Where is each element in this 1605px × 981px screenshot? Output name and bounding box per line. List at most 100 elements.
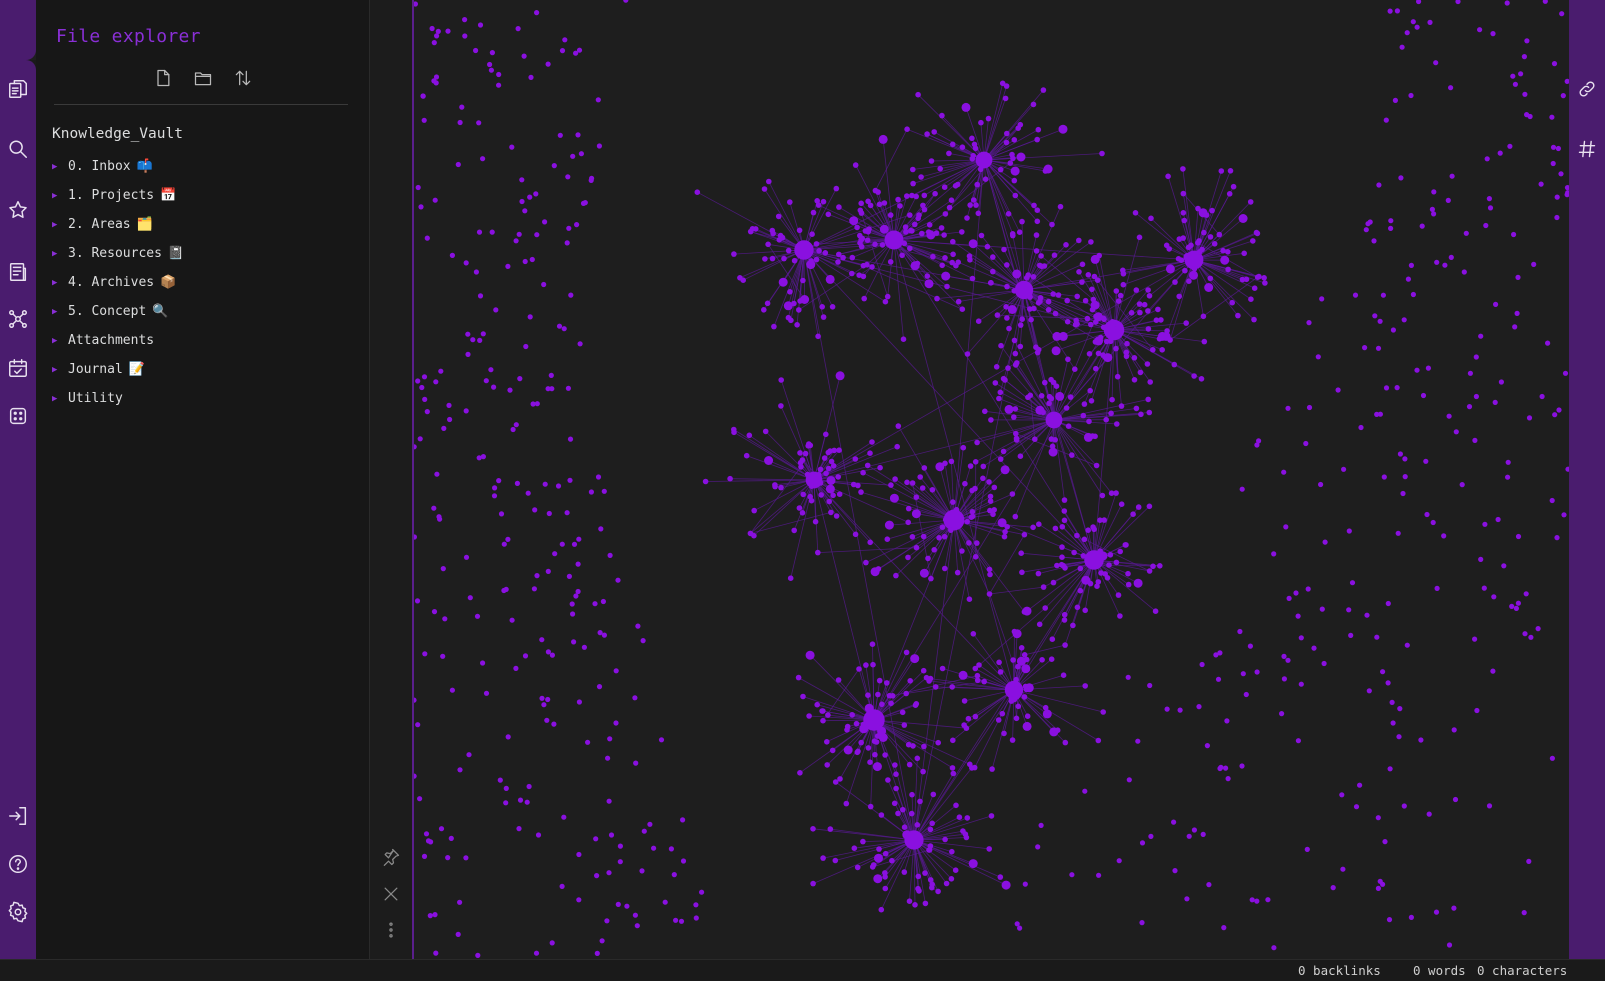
graph-node[interactable] [810,209,817,216]
graph-node[interactable] [948,197,955,203]
graph-node[interactable] [570,611,576,617]
graph-node[interactable] [879,701,885,708]
graph-node[interactable] [421,853,428,860]
graph-node[interactable] [1034,207,1041,213]
graph-node[interactable] [1376,182,1382,188]
graph-node[interactable] [948,876,955,882]
graph-node[interactable] [867,539,873,546]
graph-node[interactable] [852,531,859,538]
graph-node[interactable] [1133,405,1140,412]
graph-node[interactable] [1207,234,1214,240]
graph-node[interactable] [1243,691,1249,698]
graph-node[interactable] [1322,539,1328,545]
graph-node[interactable] [680,817,686,823]
graph-node[interactable] [1124,340,1130,347]
graph-node[interactable] [1144,361,1151,367]
graph-node[interactable] [1061,517,1068,524]
graph-node[interactable] [1085,527,1091,533]
graph-node[interactable] [1346,607,1352,613]
graph-node[interactable] [545,568,551,575]
graph-node[interactable] [864,703,874,713]
graph-node[interactable] [1414,24,1420,30]
graph-node[interactable] [559,883,565,890]
graph-node[interactable] [1293,590,1299,596]
graph-node[interactable] [1045,307,1052,313]
graph-node[interactable] [1090,296,1097,303]
graph-node[interactable] [1074,604,1081,611]
graph-node[interactable] [1253,229,1260,236]
open-vault-icon[interactable] [6,804,30,828]
graph-node[interactable] [1051,252,1058,258]
graph-node[interactable] [878,812,885,818]
graph-node[interactable] [853,720,860,727]
graph-node[interactable] [1079,261,1086,268]
graph-node[interactable] [957,513,964,520]
graph-node[interactable] [860,469,866,476]
graph-node[interactable] [564,240,570,246]
graph-node[interactable] [673,917,679,923]
graph-node[interactable] [1211,241,1218,247]
graph-node[interactable] [926,222,933,228]
graph-node[interactable] [1101,517,1107,523]
graph-node[interactable] [1491,594,1497,600]
graph-node[interactable] [1131,355,1138,361]
graph-node[interactable] [632,912,638,918]
graph-node[interactable] [1451,727,1457,733]
graph-node[interactable] [1130,511,1136,517]
graph-node[interactable] [843,800,850,807]
graph-node[interactable] [488,67,494,73]
graph-node[interactable] [863,662,869,668]
graph-node[interactable] [967,463,974,469]
graph-node[interactable] [574,222,580,228]
graph-node[interactable] [808,497,815,504]
graph-node[interactable] [810,880,816,887]
graph-node[interactable] [1377,878,1383,884]
graph-node[interactable] [532,507,538,513]
graph-node[interactable] [910,261,920,271]
graph-node[interactable] [1100,709,1106,715]
graph-node[interactable] [1084,315,1091,322]
graph-node[interactable] [640,638,646,644]
graph-node[interactable] [1042,379,1048,386]
graph-node[interactable] [796,227,803,234]
graph-node[interactable] [1115,323,1121,329]
graph-node[interactable] [569,601,575,607]
graph-node[interactable] [445,28,451,34]
graph-node[interactable] [527,314,533,320]
graph-node[interactable] [533,191,539,197]
graph-node[interactable] [1455,0,1461,5]
graph-node[interactable] [1285,657,1291,663]
graph-node[interactable] [541,281,547,288]
graph-node[interactable] [1395,530,1401,536]
graph-node[interactable] [1478,556,1484,563]
more-options-icon[interactable] [380,919,402,941]
graph-node[interactable] [1353,804,1360,810]
graph-node[interactable] [1419,223,1425,229]
graph-node[interactable] [1171,819,1177,825]
graph-node[interactable] [571,639,577,645]
graph-node[interactable] [873,739,880,745]
graph-node[interactable] [565,385,571,391]
graph-node[interactable] [436,514,442,520]
graph-node[interactable] [699,889,705,895]
graph-node[interactable] [915,91,921,98]
graph-node[interactable] [1191,270,1197,277]
graph-node[interactable] [893,771,899,777]
graph-node[interactable] [946,150,952,157]
graph-node[interactable] [1430,519,1436,526]
graph-node[interactable] [948,458,955,465]
graph-node[interactable] [787,289,793,295]
graph-node[interactable] [1031,202,1037,209]
graph-node[interactable] [607,736,613,742]
graph-node[interactable] [1007,160,1014,166]
graph-node[interactable] [457,119,463,126]
graph-node[interactable] [995,717,1002,723]
graph-node[interactable] [997,456,1004,462]
graph-node[interactable] [1521,910,1527,916]
graph-node[interactable] [972,459,979,465]
graph-node[interactable] [1028,316,1034,323]
graph-canvas[interactable] [414,0,1569,959]
graph-node[interactable] [1011,137,1018,143]
graph-node[interactable] [1099,150,1105,157]
graph-node[interactable] [909,228,915,234]
